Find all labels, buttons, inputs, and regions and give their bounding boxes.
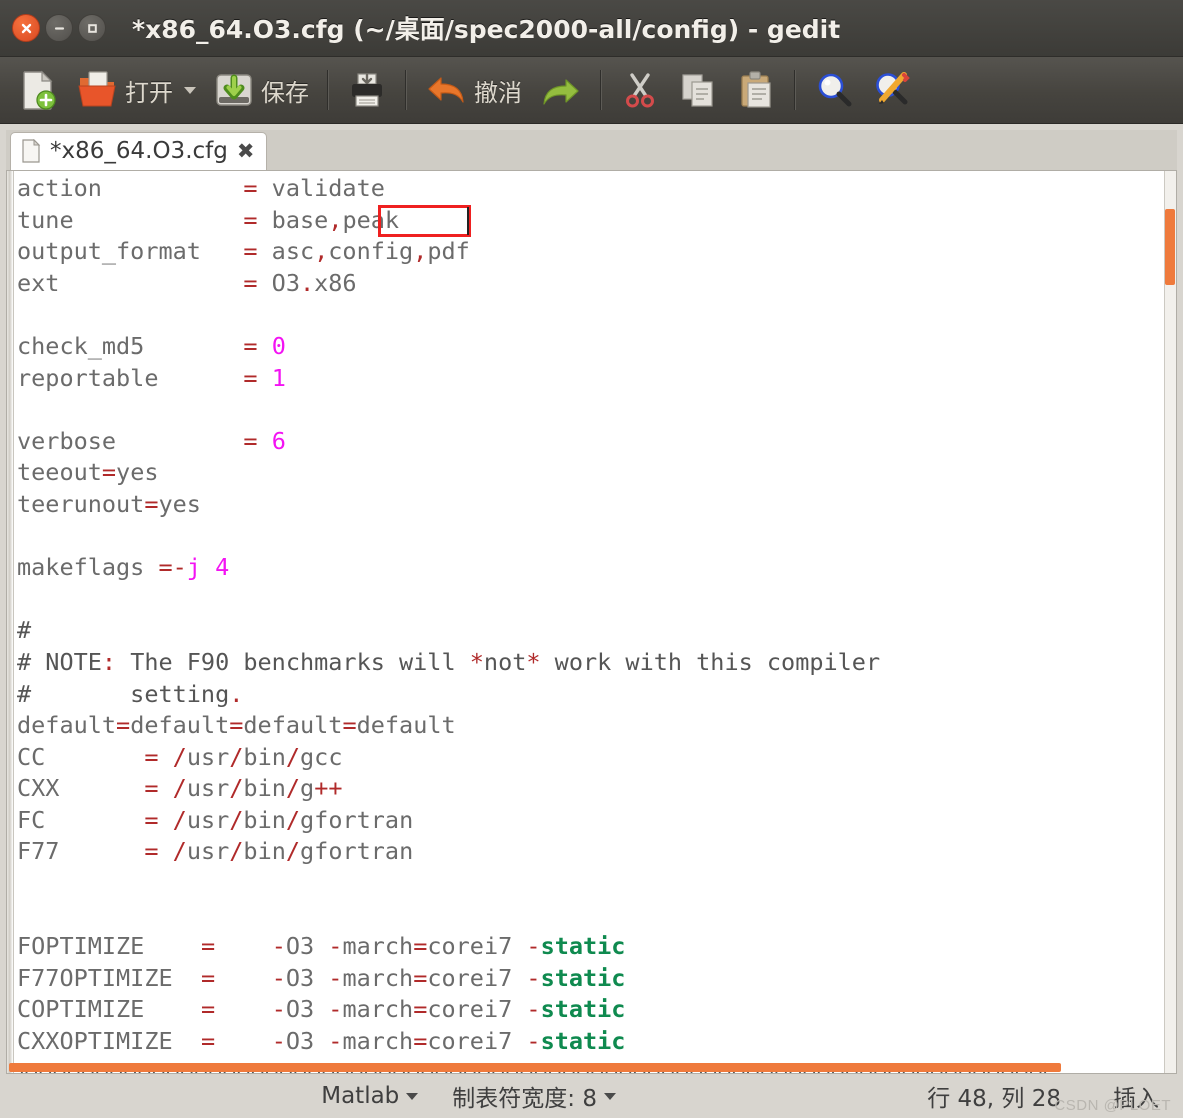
open-folder-icon [78,71,116,107]
code-line: action = validate [17,174,385,202]
paste-clipboard-icon [741,71,771,108]
open-button-label: 打开 [125,78,173,107]
code-line: makeflags =-j 4 [17,553,230,582]
code-line: teeout=yes [17,458,159,487]
code-line: F77OPTIMIZE = -O3 -march=corei7 -static [17,963,626,992]
document-icon [22,139,41,163]
code-line: default=default=default=default [17,711,456,740]
gedit-window: *x86_64.O3.cfg (~/桌面/spec2000-all/config… [0,0,1183,1118]
language-label: Matlab [321,1083,400,1109]
paste-button[interactable] [728,65,784,115]
toolbar-separator-1 [327,70,329,110]
tab-x86-64-o3-cfg[interactable]: *x86_64.O3.cfg ✖ [10,132,268,170]
toolbar-separator-2 [405,70,407,110]
cursor-position-label: 行 48, 列 28 [927,1086,1061,1112]
code-line: ext = O3.x86 [17,268,357,297]
toolbar: 打开 保存 撤消 [0,57,1183,124]
printer-icon [352,73,382,107]
horizontal-scrollbar-thumb[interactable] [9,1063,1061,1072]
scissors-icon [626,73,654,108]
document-area: *x86_64.O3.cfg ✖ action = validate tune =… [0,124,1183,1074]
new-document-button[interactable] [10,65,66,115]
cursor-position: 行 48, 列 28 [927,1079,1061,1113]
save-document-button[interactable]: 保存 [206,65,317,115]
toolbar-separator-3 [600,70,602,110]
search-icon [818,73,852,107]
save-button-label: 保存 [261,78,309,107]
code-line: # NOTE: The F90 benchmarks will *not* wo… [17,647,881,676]
undo-arrow-icon [428,77,464,103]
toolbar-separator-4 [794,70,796,110]
tab-width-selector[interactable]: 制表符宽度: 8 [452,1079,616,1113]
code-line: FOPTIMIZE = -O3 -march=corei7 -static [17,932,626,961]
code-line: # [17,616,32,645]
window-controls [12,14,106,42]
open-document-button[interactable]: 打开 [68,65,204,115]
code-line: tune = base,peak [17,205,400,234]
code-line: verbose = 6 [17,426,286,455]
replace-button[interactable] [864,65,920,115]
chevron-down-icon[interactable] [184,86,196,94]
language-chevron-down-icon[interactable] [406,1092,419,1100]
close-tab-icon[interactable]: ✖ [237,140,255,162]
minimize-button[interactable] [45,14,73,42]
undo-button-label: 撤消 [474,78,522,107]
code-line: CXX = /usr/bin/g++ [17,774,343,803]
editor-text[interactable]: action = validate tune = base,peak output_… [17,171,1176,1073]
watermark: CSDN @PLOET [1054,1097,1171,1114]
vertical-scrollbar[interactable] [1164,171,1176,1073]
code-line: CXXOPTIMIZE = -O3 -march=corei7 -static [17,1027,626,1056]
copy-icon [682,74,713,107]
code-line: check_md5 = 0 [17,331,286,360]
code-line: # setting. [17,679,244,708]
vertical-scrollbar-thumb[interactable] [1165,209,1175,285]
find-replace-icon [876,72,910,105]
code-line: F77 = /usr/bin/gfortran [17,837,414,866]
print-button[interactable] [339,65,395,115]
copy-button[interactable] [670,65,726,115]
tab-bar: *x86_64.O3.cfg ✖ [6,130,1177,170]
redo-arrow-icon [543,79,579,105]
status-bar: Matlab 制表符宽度: 8 行 48, 列 28 插入 CSDN @PLOE… [0,1074,1183,1118]
tab-width-label: 制表符宽度: 8 [452,1086,597,1112]
find-button[interactable] [806,65,862,115]
tab-label: *x86_64.O3.cfg [50,138,228,164]
code-line: FC = /usr/bin/gfortran [17,805,414,834]
code-line: CC = /usr/bin/gcc [17,742,343,771]
title-bar: *x86_64.O3.cfg (~/桌面/spec2000-all/config… [0,0,1183,57]
cut-button[interactable] [612,65,668,115]
editor-gutter [7,171,14,1073]
code-line: teerunout=yes [17,489,201,518]
save-disk-icon [216,74,252,106]
code-line: reportable = 1 [17,363,286,392]
new-document-icon [23,70,56,110]
code-line: COPTIMIZE = -O3 -march=corei7 -static [17,995,626,1024]
window-title: *x86_64.O3.cfg (~/桌面/spec2000-all/config… [132,15,841,44]
undo-button[interactable]: 撤消 [417,65,530,115]
code-line: output_format = asc,config,pdf [17,237,470,266]
horizontal-scrollbar[interactable] [7,1062,1176,1073]
redo-button[interactable] [532,65,590,115]
tab-width-chevron-down-icon[interactable] [603,1092,616,1100]
maximize-button[interactable] [78,14,106,42]
editor-viewport[interactable]: action = validate tune = base,peak output_… [6,170,1177,1074]
close-button[interactable] [12,14,40,42]
language-selector[interactable]: Matlab [321,1083,419,1109]
text-cursor [467,207,469,235]
